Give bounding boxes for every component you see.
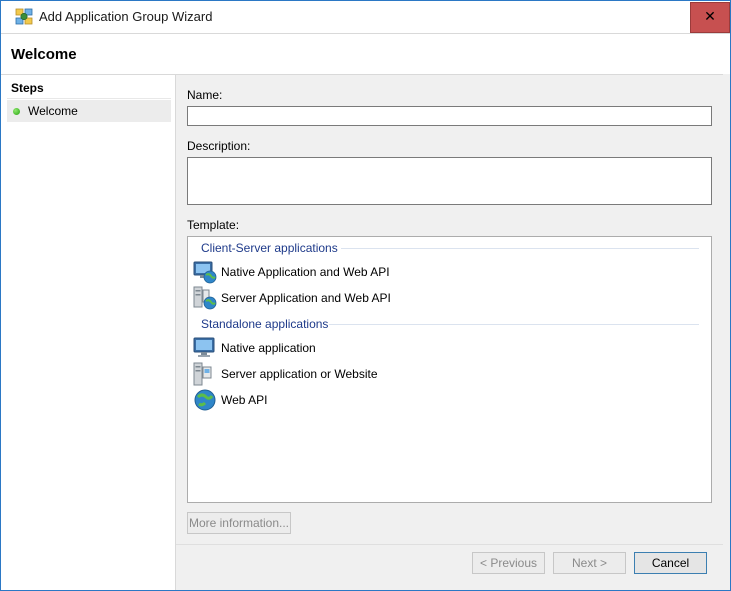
native-application-icon [193, 336, 217, 360]
name-label: Name: [187, 88, 223, 102]
more-information-button[interactable]: More information... [187, 512, 291, 534]
next-button[interactable]: Next > [553, 552, 626, 574]
close-icon: ✕ [704, 9, 716, 25]
template-item-native-web-api[interactable]: Native Application and Web API [193, 260, 493, 284]
step-current-icon [13, 108, 20, 115]
group-divider [329, 324, 699, 325]
page-header: Welcome [1, 33, 730, 74]
template-list[interactable]: Client-Server applications Native Applic… [187, 236, 712, 503]
server-app-web-api-icon [193, 286, 217, 310]
template-item-label: Web API [221, 393, 268, 407]
window-title: Add Application Group Wizard [39, 9, 213, 24]
steps-title: Steps [11, 81, 44, 95]
previous-button[interactable]: < Previous [472, 552, 545, 574]
template-item-label: Server Application and Web API [221, 291, 391, 305]
template-item-web-api[interactable]: Web API [193, 388, 493, 412]
native-app-web-api-icon [193, 260, 217, 284]
group-divider [341, 248, 699, 249]
wizard-window: Add Application Group Wizard ✕ Welcome S… [0, 0, 731, 591]
step-label: Welcome [28, 104, 78, 118]
app-group-wizard-icon [15, 8, 33, 26]
group-header-standalone: Standalone applications [201, 317, 329, 331]
template-item-server-application[interactable]: Server application or Website [193, 362, 493, 386]
page-title: Welcome [11, 46, 77, 63]
description-field[interactable] [187, 157, 712, 205]
title-bar: Add Application Group Wizard ✕ [1, 1, 730, 33]
template-item-label: Native application [221, 341, 316, 355]
content-pane: Name: Description: Template: Client-Serv… [176, 74, 723, 545]
template-item-native-application[interactable]: Native application [193, 336, 493, 360]
description-label: Description: [187, 139, 251, 153]
steps-divider [7, 98, 171, 99]
step-item-welcome[interactable]: Welcome [7, 100, 171, 122]
wizard-footer: < Previous Next > Cancel [176, 544, 723, 590]
cancel-button[interactable]: Cancel [634, 552, 707, 574]
content-margin [723, 74, 730, 590]
template-item-label: Server application or Website [221, 367, 378, 381]
template-item-label: Native Application and Web API [221, 265, 390, 279]
web-api-icon [193, 388, 217, 412]
group-header-client-server: Client-Server applications [201, 241, 338, 255]
server-application-icon [193, 362, 217, 386]
template-label: Template: [187, 218, 240, 232]
template-item-server-web-api[interactable]: Server Application and Web API [193, 286, 493, 310]
name-field[interactable] [187, 106, 712, 126]
steps-pane: Steps Welcome [1, 74, 176, 590]
close-button[interactable]: ✕ [690, 2, 730, 33]
